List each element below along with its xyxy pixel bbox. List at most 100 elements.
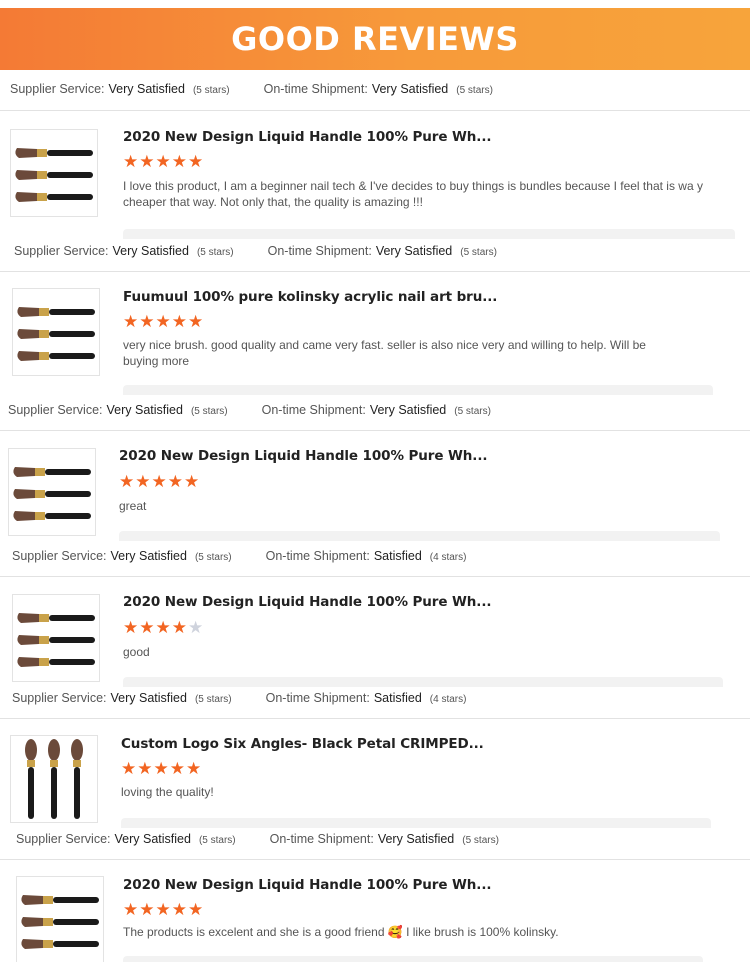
brush-set-icon [13,595,99,681]
brush-set-icon [9,449,95,535]
shipment-stars: (5 stars) [456,85,493,96]
banner-title: GOOD REVIEWS [231,20,519,58]
shipment-value: Satisfied [373,691,422,705]
review-text: loving the quality! [121,785,214,799]
reply-bar [123,229,735,239]
rating-stars: ★ ★ ★ ★ ★ [123,154,203,171]
supplier-service-value: Very Satisfied [112,244,189,258]
star-filled-icon: ★ [169,759,185,779]
star-filled-icon: ★ [171,312,187,332]
divider [0,271,750,272]
star-empty-icon: ★ [188,618,204,638]
supplier-service-stars: (5 stars) [194,552,232,563]
product-title-link[interactable]: 2020 New Design Liquid Handle 100% Pure … [119,448,487,464]
reply-bar [123,956,703,962]
shipment-label: On-time Shipment: [265,691,370,705]
star-filled-icon: ★ [186,759,202,779]
divider [0,430,750,431]
star-filled-icon: ★ [119,472,135,492]
star-filled-icon: ★ [184,472,200,492]
supplier-service-value: Very Satisfied [108,82,185,96]
shipment-label: On-time Shipment: [267,244,372,258]
shipment-label: On-time Shipment: [269,832,374,846]
brush-set-icon [17,877,103,962]
rating-stars: ★ ★ ★ ★ ★ [119,474,199,491]
shipment-value: Very Satisfied [377,832,455,846]
star-filled-icon: ★ [155,618,171,638]
supplier-service-stars: (5 stars) [190,406,228,417]
shipment-label: On-time Shipment: [263,82,368,96]
rating-stars: ★ ★ ★ ★ ★ [123,902,203,919]
top-service-summary: Supplier Service: Very Satisfied (5 star… [10,82,493,96]
brush [15,148,93,158]
shipment-label: On-time Shipment: [265,549,370,563]
supplier-service-stars: (5 stars) [192,85,230,96]
shipment-value: Satisfied [373,549,422,563]
star-filled-icon: ★ [123,618,139,638]
reply-bar [121,818,711,828]
supplier-service-label: Supplier Service: [16,832,111,846]
shipment-stars: (4 stars) [429,694,467,705]
supplier-service-stars: (5 stars) [194,694,232,705]
product-title-link[interactable]: 2020 New Design Liquid Handle 100% Pure … [123,129,491,145]
product-title-link[interactable]: Custom Logo Six Angles- Black Petal CRIM… [121,736,484,752]
shipment-value: Very Satisfied [369,403,447,417]
shipment-stars: (4 stars) [429,552,467,563]
star-filled-icon: ★ [155,312,171,332]
supplier-service-label: Supplier Service: [8,403,103,417]
shipment-stars: (5 stars) [454,406,491,417]
supplier-service-value: Very Satisfied [106,403,183,417]
star-filled-icon: ★ [123,900,139,920]
supplier-service-label: Supplier Service: [12,691,107,705]
star-filled-icon: ★ [171,618,187,638]
product-title-link[interactable]: Fuumuul 100% pure kolinsky acrylic nail … [123,289,497,305]
review-text: very nice brush. good quality and came v… [123,338,646,368]
divider [0,859,750,860]
star-filled-icon: ★ [167,472,183,492]
star-filled-icon: ★ [155,152,171,172]
brush-set-icon [11,130,97,216]
reply-bar [123,385,713,395]
supplier-service-label: Supplier Service: [12,549,107,563]
star-filled-icon: ★ [121,759,137,779]
star-filled-icon: ★ [188,900,204,920]
reply-bar [119,531,720,541]
star-filled-icon: ★ [123,152,139,172]
review-text: good [123,645,150,659]
product-thumbnail[interactable] [12,288,100,376]
star-filled-icon: ★ [139,312,155,332]
product-thumbnail[interactable] [10,735,98,823]
star-filled-icon: ★ [153,759,169,779]
product-title-link[interactable]: 2020 New Design Liquid Handle 100% Pure … [123,877,491,893]
star-filled-icon: ★ [151,472,167,492]
shipment-value: Very Satisfied [371,82,449,96]
shipment-stars: (5 stars) [460,247,497,258]
shipment-value: Very Satisfied [375,244,453,258]
supplier-service-value: Very Satisfied [110,691,187,705]
review-text: great [119,499,147,513]
product-thumbnail[interactable] [8,448,96,536]
star-filled-icon: ★ [135,472,151,492]
product-title-link[interactable]: 2020 New Design Liquid Handle 100% Pure … [123,594,491,610]
supplier-service-label: Supplier Service: [14,244,109,258]
star-filled-icon: ★ [155,900,171,920]
service-summary: Supplier Service: Very Satisfied (5 star… [12,691,466,705]
supplier-service-stars: (5 stars) [196,247,234,258]
star-filled-icon: ★ [123,312,139,332]
brush-set-icon [13,289,99,375]
star-filled-icon: ★ [139,618,155,638]
shipment-stars: (5 stars) [462,835,499,846]
supplier-service-label: Supplier Service: [10,82,105,96]
shipment-label: On-time Shipment: [261,403,366,417]
supplier-service-stars: (5 stars) [198,835,236,846]
divider [0,110,750,111]
product-thumbnail[interactable] [12,594,100,682]
product-thumbnail[interactable] [10,129,98,217]
product-thumbnail[interactable] [16,876,104,962]
rating-stars: ★ ★ ★ ★ ★ [123,314,203,331]
divider [0,576,750,577]
star-filled-icon: ★ [171,900,187,920]
star-filled-icon: ★ [171,152,187,172]
star-filled-icon: ★ [188,312,204,332]
good-reviews-banner: GOOD REVIEWS [0,8,750,70]
